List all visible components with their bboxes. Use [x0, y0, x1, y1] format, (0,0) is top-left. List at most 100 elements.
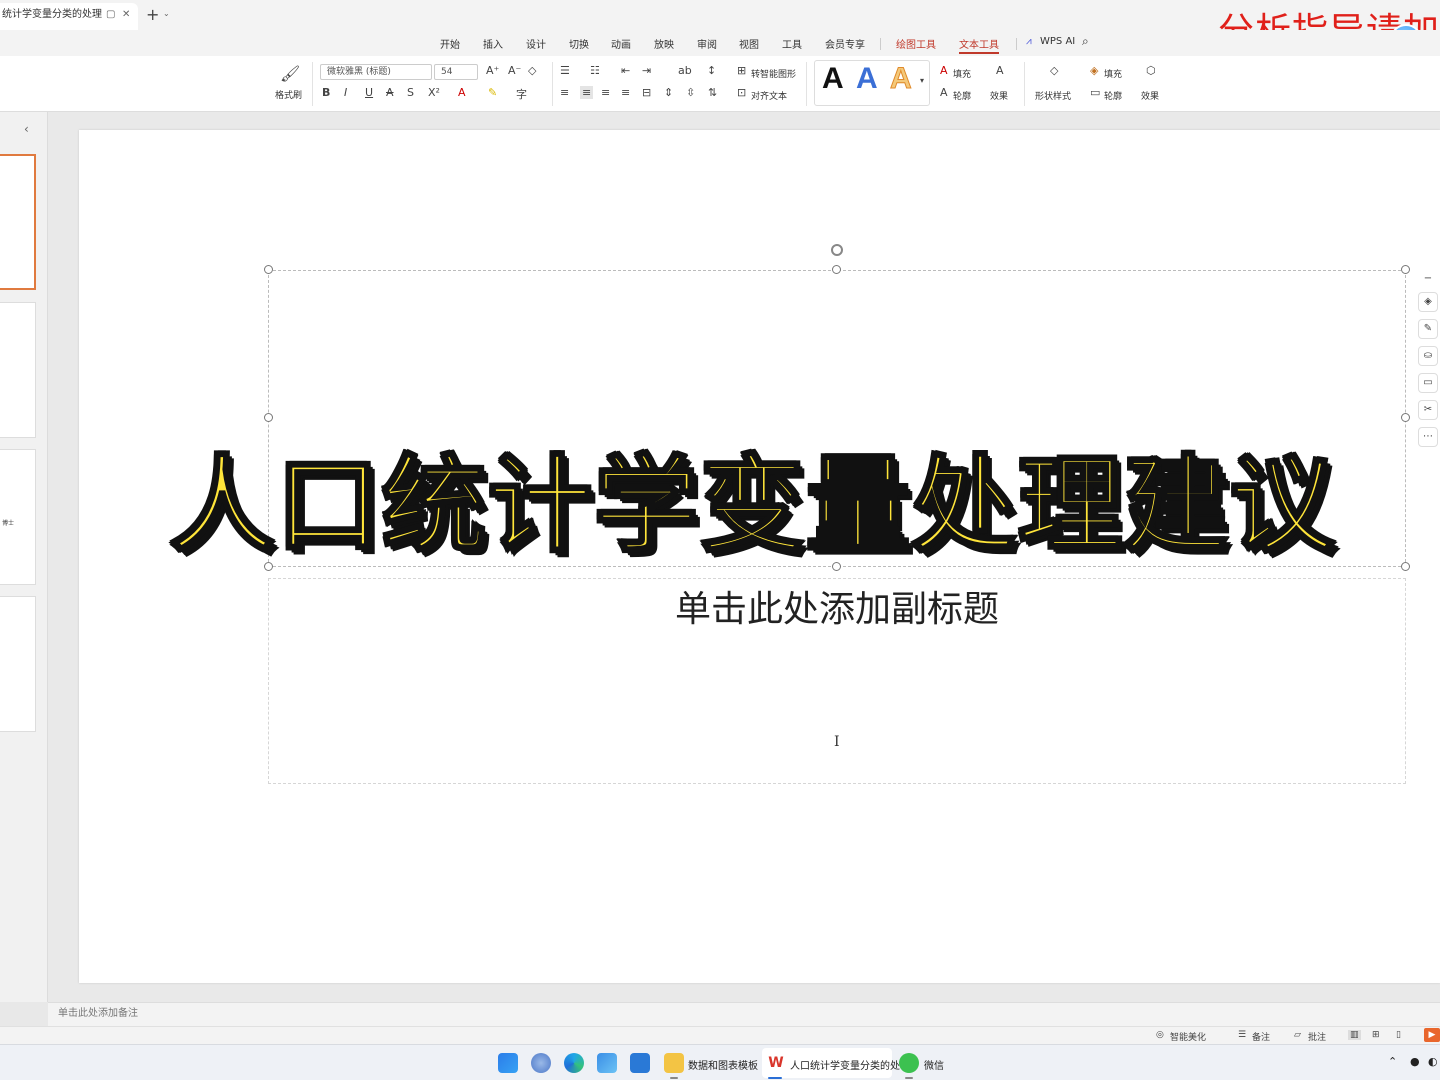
chevron-down-icon[interactable]: ⌄: [163, 9, 170, 18]
text-effect-icon[interactable]: A: [996, 64, 1004, 77]
gallery-more-icon[interactable]: ▾: [920, 76, 924, 85]
text-outline-label[interactable]: 轮廓: [953, 89, 971, 102]
align-text-label[interactable]: 对齐文本: [751, 89, 787, 102]
grow-font-icon[interactable]: A⁺: [486, 64, 499, 77]
collapse-panel-icon[interactable]: ‹: [24, 122, 29, 136]
shape-style-label[interactable]: 形状样式: [1035, 89, 1071, 102]
document-tab[interactable]: 统计学变量分类的处理建 ▢ ✕: [0, 3, 138, 30]
text-direction-icon[interactable]: ab: [678, 64, 692, 77]
more-icon[interactable]: ⋯: [1418, 427, 1438, 447]
slide-thumbnail-3[interactable]: 博士: [0, 449, 36, 585]
wechat-icon[interactable]: [899, 1053, 919, 1073]
smart-shape-label[interactable]: 转智能图形: [751, 67, 796, 80]
search-icon[interactable]: ⌕: [1082, 34, 1089, 49]
align-text-icon[interactable]: ⊡: [737, 86, 746, 99]
tab-tools[interactable]: 工具: [782, 36, 802, 51]
tab-transition[interactable]: 切换: [569, 36, 589, 51]
minus-icon[interactable]: −: [1418, 270, 1438, 290]
align-left-icon[interactable]: ≡: [560, 86, 569, 99]
tab-view[interactable]: 视图: [739, 36, 759, 51]
shape-style-icon[interactable]: ◇: [1050, 64, 1058, 77]
layers-icon[interactable]: ◈: [1418, 292, 1438, 312]
normal-view-icon[interactable]: ▥: [1348, 1030, 1361, 1040]
text-shadow-button[interactable]: S: [407, 86, 414, 99]
strikethrough-button[interactable]: A: [386, 86, 394, 99]
tools-icon[interactable]: ✂: [1418, 400, 1438, 420]
font-name-select[interactable]: 微软雅黑 (标题): [320, 64, 432, 80]
pen-icon[interactable]: ✎: [1418, 319, 1438, 339]
para-spacing-icon[interactable]: ⇕: [664, 86, 673, 99]
distribute-icon[interactable]: ⊟: [642, 86, 651, 99]
globe-icon[interactable]: [531, 1053, 551, 1073]
windows-start-icon[interactable]: [498, 1053, 518, 1073]
notes-button[interactable]: 备注: [1252, 1030, 1270, 1043]
columns-icon[interactable]: ⇳: [686, 86, 695, 99]
wechat-label[interactable]: 微信: [924, 1057, 944, 1072]
clear-format-icon[interactable]: ◇: [528, 64, 536, 77]
shape-fill-label[interactable]: 填充: [1104, 67, 1122, 80]
notes-pane[interactable]: 单击此处添加备注: [48, 1002, 1440, 1026]
wps-ai-icon[interactable]: ⩘: [1026, 36, 1032, 47]
reading-view-icon[interactable]: ▯: [1396, 1030, 1401, 1040]
vertical-align-icon[interactable]: ⇅: [708, 86, 717, 99]
slide-subtitle[interactable]: 单击此处添加副标题: [268, 580, 1406, 632]
outdent-icon[interactable]: ⇤: [621, 64, 630, 77]
resize-handle[interactable]: [832, 265, 841, 274]
text-fill-icon[interactable]: A: [940, 64, 948, 77]
format-painter-label[interactable]: 格式刷: [275, 88, 302, 101]
slide-thumbnail-4[interactable]: [0, 596, 36, 732]
tray-extra-icon[interactable]: ◐: [1428, 1055, 1438, 1068]
folder-label[interactable]: 数据和图表模板: [688, 1057, 758, 1072]
italic-button[interactable]: I: [344, 86, 347, 99]
slide-thumbnail-1[interactable]: [0, 154, 36, 290]
tab-home[interactable]: 开始: [440, 36, 460, 51]
resize-handle[interactable]: [1401, 413, 1410, 422]
shape-outline-icon[interactable]: ▭: [1090, 86, 1100, 99]
shape-effect-icon[interactable]: ⬡: [1146, 64, 1156, 77]
underline-button[interactable]: U: [365, 86, 373, 99]
numbering-icon[interactable]: ☷: [590, 64, 600, 77]
play-slideshow-icon[interactable]: ▶: [1424, 1028, 1440, 1042]
tab-slideshow[interactable]: 放映: [654, 36, 674, 51]
text-style-black[interactable]: A: [822, 62, 844, 96]
wps-icon[interactable]: W: [766, 1053, 786, 1073]
frame-icon[interactable]: ▭: [1418, 373, 1438, 393]
edge-icon[interactable]: [564, 1053, 584, 1073]
tab-wps-ai[interactable]: WPS AI: [1040, 36, 1075, 47]
beautify-button[interactable]: 智能美化: [1170, 1030, 1206, 1043]
resize-handle[interactable]: [1401, 562, 1410, 571]
rotate-handle[interactable]: [831, 244, 843, 256]
indent-icon[interactable]: ⇥: [642, 64, 651, 77]
text-fill-label[interactable]: 填充: [953, 67, 971, 80]
bullets-icon[interactable]: ☰: [560, 64, 570, 77]
shape-fill-icon[interactable]: ◈: [1090, 64, 1098, 77]
align-right-icon[interactable]: ≡: [601, 86, 610, 99]
text-outline-icon[interactable]: A: [940, 86, 948, 99]
shrink-font-icon[interactable]: A⁻: [508, 64, 521, 77]
justify-icon[interactable]: ≡: [621, 86, 630, 99]
wps-label[interactable]: 人口统计学变量分类的处: [790, 1057, 900, 1072]
tab-animation[interactable]: 动画: [611, 36, 631, 51]
tray-chevron-icon[interactable]: ⌃: [1388, 1055, 1397, 1068]
format-painter-icon[interactable]: 🖌: [280, 64, 300, 83]
resize-handle[interactable]: [264, 265, 273, 274]
highlight-icon[interactable]: ✎: [488, 86, 497, 99]
bold-button[interactable]: B: [322, 86, 330, 99]
shape-effect-label[interactable]: 效果: [1141, 89, 1159, 102]
tab-review[interactable]: 审阅: [697, 36, 717, 51]
close-icon[interactable]: ✕: [122, 3, 130, 27]
tab-insert[interactable]: 插入: [483, 36, 503, 51]
new-tab-button[interactable]: +: [146, 5, 159, 24]
line-spacing-icon[interactable]: ↕: [707, 64, 716, 77]
text-effect-label[interactable]: 效果: [990, 89, 1008, 102]
beautify-icon[interactable]: ◎: [1156, 1030, 1164, 1040]
restore-icon[interactable]: ▢: [106, 3, 115, 27]
char-spacing-icon[interactable]: 字: [516, 86, 527, 102]
tab-drawing-tools[interactable]: 绘图工具: [896, 36, 936, 51]
grid-view-icon[interactable]: ⊞: [1372, 1030, 1380, 1040]
font-size-select[interactable]: 54: [434, 64, 478, 80]
image-app-icon[interactable]: [630, 1053, 650, 1073]
shape-outline-label[interactable]: 轮廓: [1104, 89, 1122, 102]
comment-icon[interactable]: ▱: [1294, 1030, 1301, 1040]
tab-design[interactable]: 设计: [526, 36, 546, 51]
